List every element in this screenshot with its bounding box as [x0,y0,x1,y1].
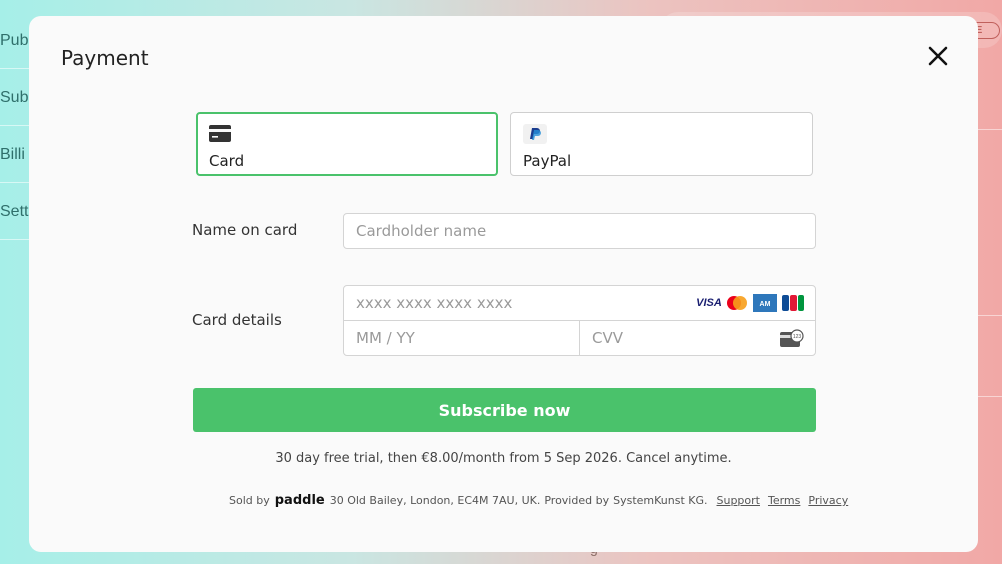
footer: Sold by paddle 30 Old Bailey, London, EC… [229,493,848,508]
provided-by-text: Provided by [544,494,610,507]
svg-text:123: 123 [793,334,802,340]
close-icon [928,46,948,66]
cardholder-name-input[interactable]: Cardholder name [343,213,816,249]
sold-by-text: Sold by [229,494,270,507]
address-text: 30 Old Bailey, London, EC4M 7AU, UK. [329,494,541,507]
amex-icon: AM [753,294,777,312]
payment-modal: Payment Card PayPal Name on card Cardhol… [29,16,978,552]
cvv-placeholder: CVV [592,329,623,347]
subscribe-button[interactable]: Subscribe now [193,388,816,432]
paddle-logo: paddle [274,493,325,508]
card-brand-icons: VISA AM [696,294,805,312]
close-button[interactable] [926,44,950,68]
payment-method-paypal-label: PayPal [523,152,572,170]
background-divider [978,396,1002,397]
support-link[interactable]: Support [717,494,760,507]
expiry-placeholder: MM / YY [356,329,415,347]
card-number-placeholder: xxxx xxxx xxxx xxxx [356,294,513,312]
cardholder-name-placeholder: Cardholder name [356,222,487,240]
credit-card-icon [209,125,231,142]
payment-method-card-label: Card [209,152,245,170]
cvv-card-icon: 123 [780,329,804,347]
jcb-icon [782,295,804,311]
provider-name: SystemKunst KG. [613,494,708,507]
visa-icon: VISA [696,297,722,309]
background-divider [978,315,1002,316]
card-details-label: Card details [192,311,282,329]
trial-info-text: 30 day free trial, then €8.00/month from… [275,451,732,466]
mastercard-icon [727,296,747,310]
cvv-input[interactable]: CVV 123 [579,320,816,356]
payment-method-card[interactable]: Card [196,112,498,176]
paypal-icon [523,124,547,144]
terms-link[interactable]: Terms [768,494,800,507]
modal-title: Payment [61,46,149,70]
privacy-link[interactable]: Privacy [808,494,848,507]
name-on-card-label: Name on card [192,221,298,239]
card-number-input[interactable]: xxxx xxxx xxxx xxxx VISA AM [343,285,816,321]
payment-method-paypal[interactable]: PayPal [510,112,813,176]
expiry-input[interactable]: MM / YY [343,320,580,356]
svg-text:AM: AM [760,301,771,308]
background-divider [978,129,1002,130]
